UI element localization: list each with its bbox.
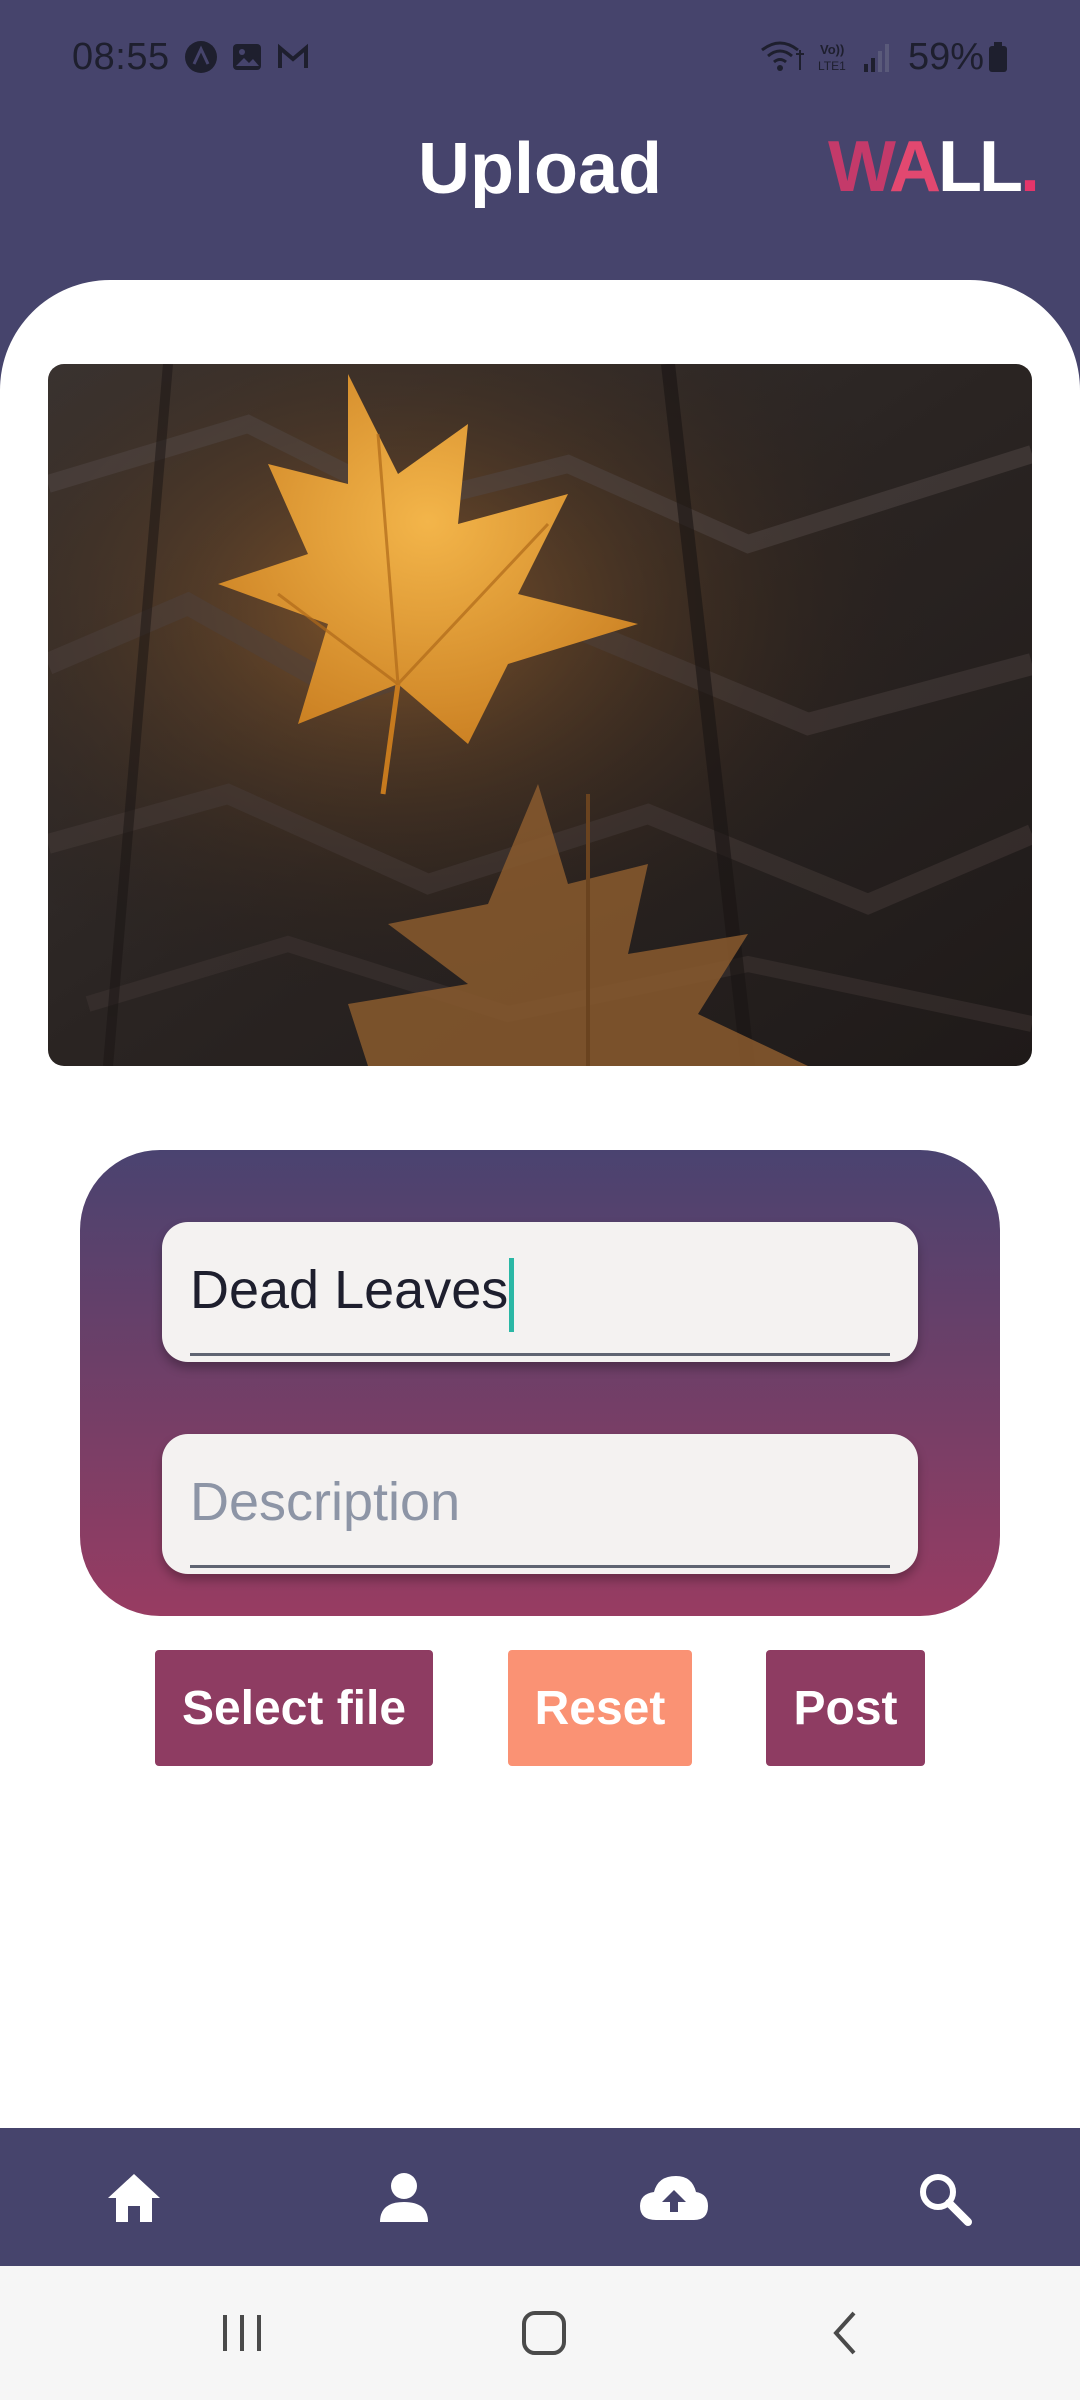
profile-icon [380,2173,428,2222]
post-button[interactable]: Post [766,1650,925,1766]
battery-icon [989,42,1007,72]
system-navigation-bar [0,2266,1080,2400]
title-underline [190,1353,890,1356]
upload-cloud-icon [640,2176,708,2220]
svg-text:LTE1: LTE1 [818,59,846,73]
system-back-button[interactable] [796,2288,896,2378]
status-bar: 08:55 Vo)) LTE1 59% [0,0,1080,120]
wifi-calling-icon [761,41,804,71]
reset-button[interactable]: Reset [508,1650,692,1766]
volte-icon: Vo)) LTE1 [818,42,846,73]
svg-text:Vo)): Vo)) [820,42,844,57]
bottom-navigation [0,2128,1080,2266]
description-input[interactable] [190,1462,880,1542]
system-home-button[interactable] [494,2288,594,2378]
gmail-icon [278,43,308,68]
battery-percentage: 59% [908,36,985,78]
nav-search[interactable] [894,2148,994,2248]
recents-icon [223,2315,261,2351]
description-underline [190,1565,890,1568]
home-icon [108,2174,160,2222]
wall-logo: WALL. [828,127,1040,207]
title-field[interactable] [162,1222,918,1362]
nav-home[interactable] [84,2148,184,2248]
nav-profile[interactable] [354,2148,454,2248]
text-caret [509,1258,514,1332]
image-preview [48,364,1032,1066]
nav-upload[interactable] [624,2148,724,2248]
status-time: 08:55 [72,36,170,78]
signal-icon [864,44,889,72]
description-field[interactable] [162,1434,918,1574]
select-file-button[interactable]: Select file [155,1650,433,1766]
back-icon [833,2311,856,2355]
upload-form-panel [80,1150,1000,1616]
search-icon [920,2174,972,2226]
app-a-icon [185,41,217,73]
recents-button[interactable] [192,2288,292,2378]
home-button-icon [522,2311,566,2355]
title-input[interactable] [190,1250,880,1330]
gallery-icon [233,44,261,70]
